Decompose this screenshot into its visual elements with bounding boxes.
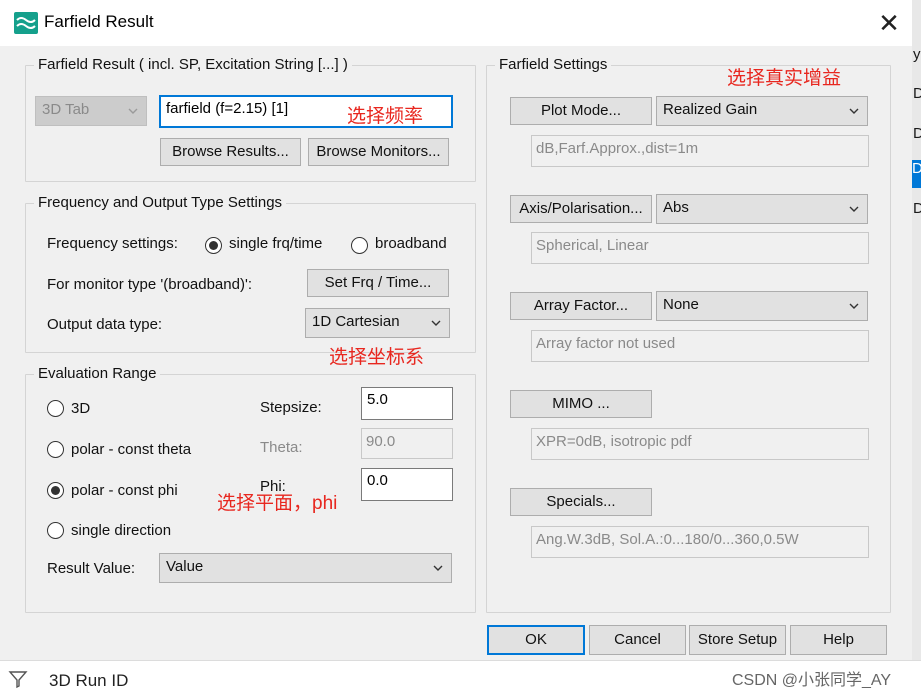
filter-icon[interactable] <box>8 669 28 689</box>
annotation-select-plane: 选择平面，phi <box>217 493 338 514</box>
monitor-type-label: For monitor type '(broadband)': <box>47 276 252 293</box>
result-value-combo[interactable]: Value <box>159 553 452 583</box>
chevron-down-icon <box>433 565 443 571</box>
evaluation-range-legend: Evaluation Range <box>34 365 161 382</box>
radio-3d[interactable] <box>47 400 64 417</box>
radio-3d-label[interactable]: 3D <box>71 400 90 417</box>
phi-input[interactable]: 0.0 <box>361 468 453 501</box>
result-value-label: Result Value: <box>47 560 136 577</box>
result-value-value: Value <box>166 558 204 575</box>
chevron-down-icon <box>431 320 441 326</box>
bottom-bar: 3D Run ID CSDN @小张同学_AY <box>0 660 921 696</box>
axis-combo[interactable]: Abs <box>656 194 868 224</box>
app-logo-icon <box>14 12 38 34</box>
chevron-down-icon <box>849 303 859 309</box>
farfield-result-legend: Farfield Result ( incl. SP, Excitation S… <box>34 56 352 73</box>
mimo-info: XPR=0dB, isotropic pdf <box>531 428 869 460</box>
run-id-label: 3D Run ID <box>49 671 129 690</box>
theta-input: 90.0 <box>361 428 453 459</box>
radio-single-frq[interactable] <box>205 237 222 254</box>
array-factor-combo[interactable]: None <box>656 291 868 321</box>
browse-results-button[interactable]: Browse Results... <box>160 138 301 166</box>
ok-button[interactable]: OK <box>487 625 585 655</box>
radio-single-direction[interactable] <box>47 522 64 539</box>
stepsize-input[interactable]: 5.0 <box>361 387 453 420</box>
plot-mode-info: dB,Farf.Approx.,dist=1m <box>531 135 869 167</box>
chevron-down-icon <box>128 108 138 114</box>
stepsize-label: Stepsize: <box>260 399 322 416</box>
chevron-down-icon <box>849 206 859 212</box>
plot-mode-combo[interactable]: Realized Gain <box>656 96 868 126</box>
output-data-type-combo[interactable]: 1D Cartesian <box>305 308 450 338</box>
strip-letter: D <box>913 85 921 102</box>
radio-broadband-label[interactable]: broadband <box>375 235 447 252</box>
radio-broadband[interactable] <box>351 237 368 254</box>
farfield-settings-legend: Farfield Settings <box>495 56 612 73</box>
annotation-select-coordinate: 选择坐标系 <box>329 347 425 368</box>
plot-mode-button[interactable]: Plot Mode... <box>510 97 652 125</box>
specials-button[interactable]: Specials... <box>510 488 652 516</box>
radio-const-theta[interactable] <box>47 441 64 458</box>
cancel-button[interactable]: Cancel <box>589 625 686 655</box>
output-data-type-label: Output data type: <box>47 316 163 333</box>
tab-combo-value: 3D Tab <box>42 101 90 118</box>
title-bar: Farfield Result ✕ <box>0 0 921 46</box>
annotation-select-realized-gain: 选择真实增益 <box>727 68 842 89</box>
mimo-button[interactable]: MIMO ... <box>510 390 652 418</box>
watermark-text: CSDN @小张同学_AY <box>732 672 892 689</box>
axis-info: Spherical, Linear <box>531 232 869 264</box>
help-button[interactable]: Help <box>790 625 887 655</box>
close-icon[interactable]: ✕ <box>874 8 904 38</box>
array-factor-info: Array factor not used <box>531 330 869 362</box>
browse-monitors-button[interactable]: Browse Monitors... <box>308 138 449 166</box>
output-data-type-value: 1D Cartesian <box>312 313 400 330</box>
frequency-output-legend: Frequency and Output Type Settings <box>34 194 287 211</box>
radio-const-phi[interactable] <box>47 482 64 499</box>
tab-combo: 3D Tab <box>35 96 147 126</box>
plot-mode-value: Realized Gain <box>663 101 758 118</box>
strip-letter: D <box>913 125 921 142</box>
radio-single-direction-label[interactable]: single direction <box>71 522 171 539</box>
radio-single-frq-label[interactable]: single frq/time <box>229 235 322 252</box>
radio-const-phi-label[interactable]: polar - const phi <box>71 482 178 499</box>
strip-letter: D <box>912 160 921 188</box>
array-factor-button[interactable]: Array Factor... <box>510 292 652 320</box>
array-factor-value: None <box>663 296 699 313</box>
radio-const-theta-label[interactable]: polar - const theta <box>71 441 191 458</box>
axis-value: Abs <box>663 199 689 216</box>
annotation-select-frequency: 选择频率 <box>347 106 424 127</box>
strip-letter: y <box>913 46 921 63</box>
window-title: Farfield Result <box>44 12 154 31</box>
axis-polarisation-button[interactable]: Axis/Polarisation... <box>510 195 652 223</box>
specials-info: Ang.W.3dB, Sol.A.:0...180/0...360,0.5W <box>531 526 869 558</box>
chevron-down-icon <box>849 108 859 114</box>
frequency-settings-label: Frequency settings: <box>47 235 178 252</box>
store-setup-button[interactable]: Store Setup <box>689 625 786 655</box>
set-frq-time-button[interactable]: Set Frq / Time... <box>307 269 449 297</box>
theta-label: Theta: <box>260 439 303 456</box>
background-window-strip: y D D D D <box>912 0 921 695</box>
strip-letter: D <box>913 200 921 217</box>
